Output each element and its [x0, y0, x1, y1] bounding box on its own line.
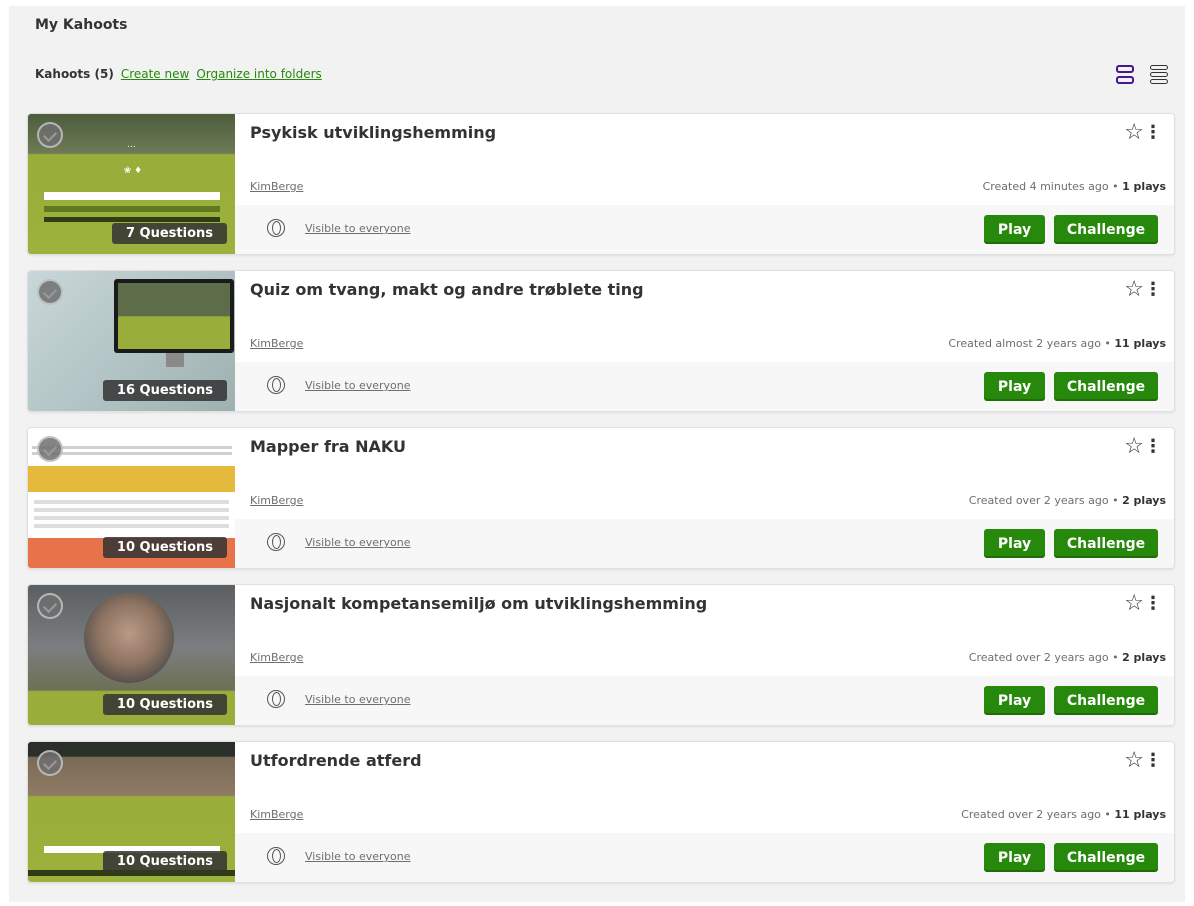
kahoot-meta: Created over 2 years ago • 2 plays — [968, 651, 1166, 664]
page-title: My Kahoots — [35, 17, 128, 33]
kahoot-card[interactable]: 16 Questions Quiz om tvang, makt og andr… — [27, 270, 1175, 412]
visibility-link[interactable]: Visible to everyone — [305, 693, 411, 706]
kahoot-title[interactable]: Nasjonalt kompetansemiljø om utviklingsh… — [250, 594, 707, 613]
select-checkbox[interactable] — [37, 122, 63, 148]
star-outline-icon[interactable]: ☆ — [1124, 436, 1144, 458]
more-vertical-icon[interactable]: ⋮ — [1144, 436, 1162, 458]
list-view-icon[interactable] — [1150, 65, 1168, 84]
kahoot-meta: Created over 2 years ago • 11 plays — [961, 808, 1166, 821]
visibility-link[interactable]: Visible to everyone — [305, 536, 411, 549]
question-count-badge: 10 Questions — [102, 851, 227, 872]
kahoot-footer: Visible to everyone Play Challenge — [235, 205, 1174, 254]
question-count-badge: 7 Questions — [111, 223, 227, 244]
create-new-link[interactable]: Create new — [121, 67, 190, 81]
kahoot-thumbnail: 10 Questions — [28, 585, 235, 725]
kahoot-thumbnail: 16 Questions — [28, 271, 235, 411]
challenge-button[interactable]: Challenge — [1054, 215, 1158, 244]
challenge-button[interactable]: Challenge — [1054, 372, 1158, 401]
kahoot-thumbnail: 10 Questions — [28, 742, 235, 882]
kahoot-author[interactable]: KimBerge — [250, 494, 303, 507]
kahoot-thumbnail: 10 Questions — [28, 428, 235, 568]
kahoot-card[interactable]: ... ❀ ♦ 7 Questions Psykisk utviklingshe… — [27, 113, 1175, 255]
star-outline-icon[interactable]: ☆ — [1124, 750, 1144, 772]
question-count-badge: 10 Questions — [102, 537, 227, 558]
kahoot-title[interactable]: Quiz om tvang, makt og andre trøblete ti… — [250, 280, 644, 299]
star-outline-icon[interactable]: ☆ — [1124, 279, 1144, 301]
kahoot-meta: Created over 2 years ago • 2 plays — [968, 494, 1166, 507]
kahoot-footer: Visible to everyone Play Challenge — [235, 362, 1174, 411]
kahoot-author[interactable]: KimBerge — [250, 808, 303, 821]
kahoot-title[interactable]: Utfordrende atferd — [250, 751, 422, 770]
kahoot-footer: Visible to everyone Play Challenge — [235, 833, 1174, 882]
organize-folders-link[interactable]: Organize into folders — [196, 67, 321, 81]
kahoots-count: Kahoots (5) — [35, 67, 114, 81]
globe-icon — [267, 376, 285, 394]
question-count-badge: 16 Questions — [102, 380, 227, 401]
play-button[interactable]: Play — [984, 529, 1045, 558]
kahoots-toolbar: Kahoots (5) Create new Organize into fol… — [35, 67, 322, 81]
challenge-button[interactable]: Challenge — [1054, 843, 1158, 872]
globe-icon — [267, 219, 285, 237]
globe-icon — [267, 533, 285, 551]
star-outline-icon[interactable]: ☆ — [1124, 122, 1144, 144]
visibility-link[interactable]: Visible to everyone — [305, 222, 411, 235]
globe-icon — [267, 847, 285, 865]
play-button[interactable]: Play — [984, 215, 1045, 244]
challenge-button[interactable]: Challenge — [1054, 686, 1158, 715]
more-vertical-icon[interactable]: ⋮ — [1144, 593, 1162, 615]
kahoot-card[interactable]: 10 Questions Mapper fra NAKU ☆ ⋮ KimBerg… — [27, 427, 1175, 569]
kahoot-meta: Created 4 minutes ago • 1 plays — [982, 180, 1166, 193]
kahoot-meta: Created almost 2 years ago • 11 plays — [948, 337, 1166, 350]
kahoot-author[interactable]: KimBerge — [250, 180, 303, 193]
select-checkbox[interactable] — [37, 279, 63, 305]
kahoot-card[interactable]: 10 Questions Utfordrende atferd ☆ ⋮ KimB… — [27, 741, 1175, 883]
kahoot-title[interactable]: Psykisk utviklingshemming — [250, 123, 496, 142]
play-button[interactable]: Play — [984, 372, 1045, 401]
kahoot-thumbnail: ... ❀ ♦ 7 Questions — [28, 114, 235, 254]
kahoot-author[interactable]: KimBerge — [250, 651, 303, 664]
globe-icon — [267, 690, 285, 708]
kahoot-footer: Visible to everyone Play Challenge — [235, 676, 1174, 725]
star-outline-icon[interactable]: ☆ — [1124, 593, 1144, 615]
grid-view-icon[interactable] — [1116, 65, 1134, 84]
kahoot-title[interactable]: Mapper fra NAKU — [250, 437, 406, 456]
visibility-link[interactable]: Visible to everyone — [305, 850, 411, 863]
visibility-link[interactable]: Visible to everyone — [305, 379, 411, 392]
play-button[interactable]: Play — [984, 843, 1045, 872]
kahoot-footer: Visible to everyone Play Challenge — [235, 519, 1174, 568]
more-vertical-icon[interactable]: ⋮ — [1144, 750, 1162, 772]
kahoot-author[interactable]: KimBerge — [250, 337, 303, 350]
kahoot-card[interactable]: 10 Questions Nasjonalt kompetansemiljø o… — [27, 584, 1175, 726]
more-vertical-icon[interactable]: ⋮ — [1144, 279, 1162, 301]
select-checkbox[interactable] — [37, 750, 63, 776]
challenge-button[interactable]: Challenge — [1054, 529, 1158, 558]
play-button[interactable]: Play — [984, 686, 1045, 715]
select-checkbox[interactable] — [37, 593, 63, 619]
more-vertical-icon[interactable]: ⋮ — [1144, 122, 1162, 144]
question-count-badge: 10 Questions — [102, 694, 227, 715]
select-checkbox[interactable] — [37, 436, 63, 462]
